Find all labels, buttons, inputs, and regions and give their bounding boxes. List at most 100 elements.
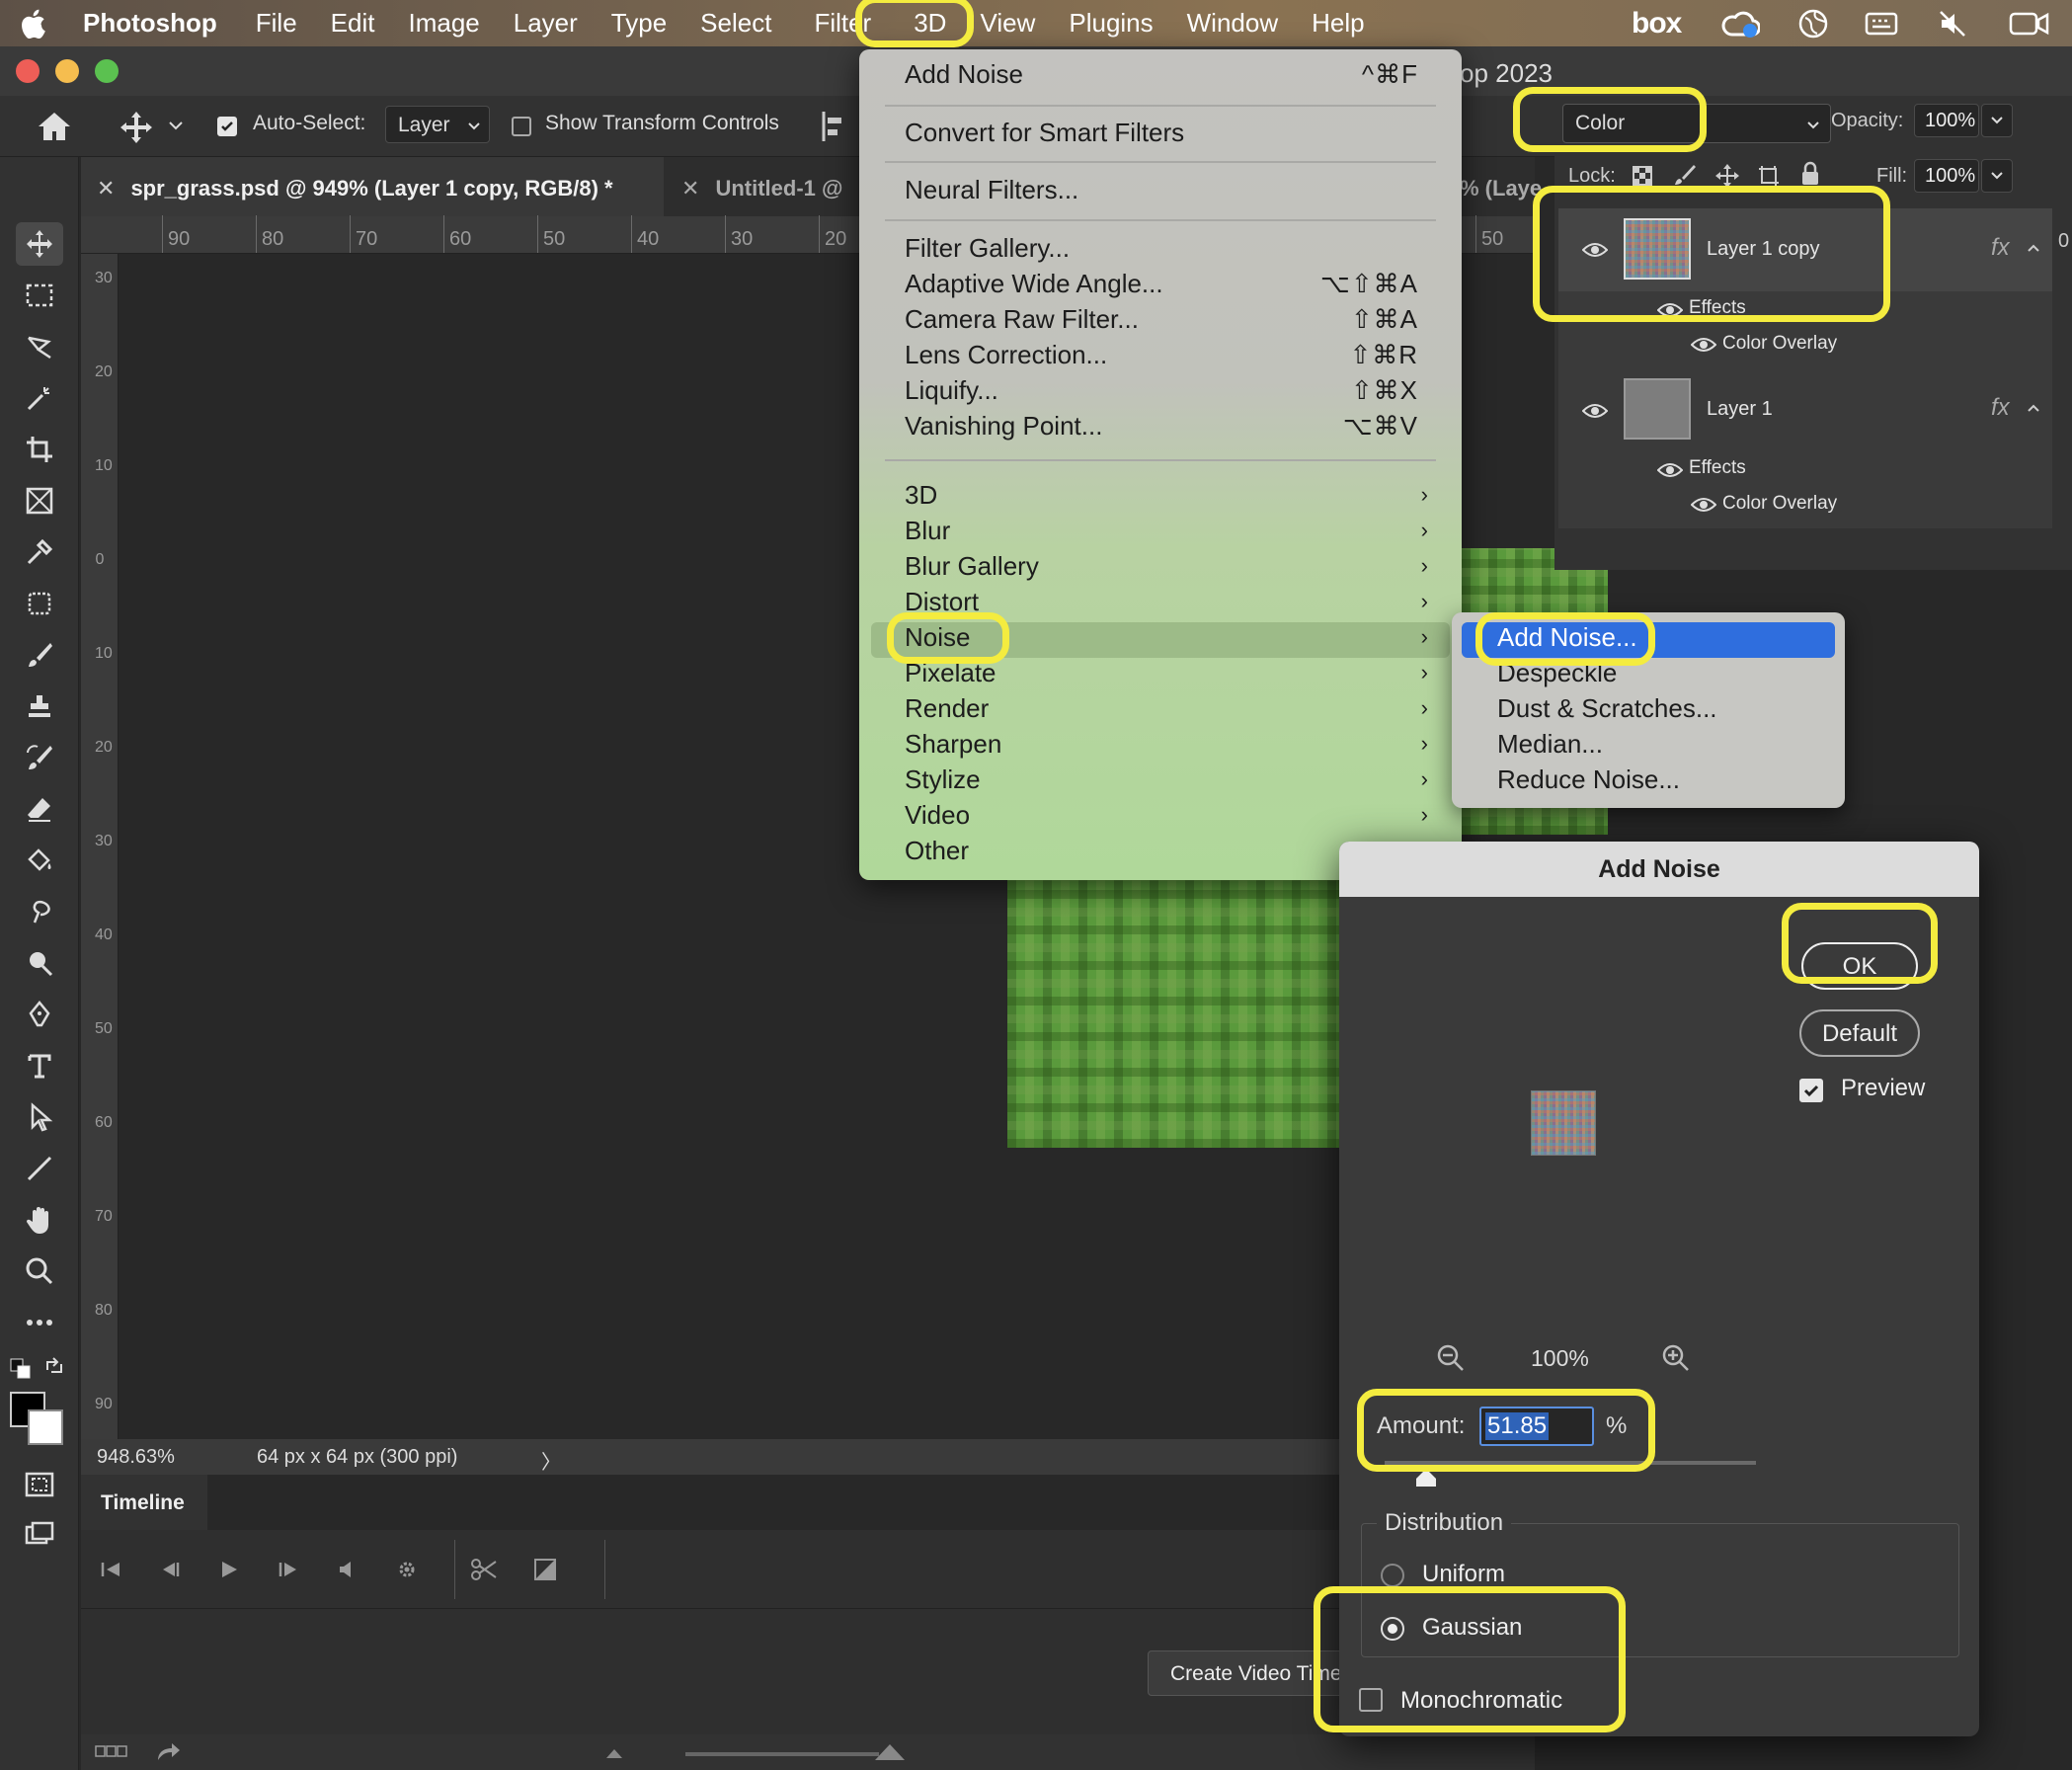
menu-filter[interactable]: Filter <box>788 8 897 39</box>
opacity-input[interactable]: 100% <box>1914 104 1979 137</box>
layer-row-layer-1-copy[interactable]: Layer 1 copy fx <box>1558 208 2052 291</box>
more-tools-icon[interactable] <box>16 1301 63 1344</box>
gaussian-radio[interactable] <box>1381 1617 1404 1641</box>
type-tool-icon[interactable] <box>16 1044 63 1087</box>
swap-colors-icon[interactable] <box>43 1356 65 1378</box>
first-frame-icon[interactable] <box>93 1552 128 1587</box>
submenu-item-add-noise[interactable]: Add Noise... <box>1497 622 1637 653</box>
menu-item-filter-gallery[interactable]: Filter Gallery... <box>905 233 1070 264</box>
effect-color-overlay[interactable]: Color Overlay <box>1722 493 1837 515</box>
default-colors-icon[interactable] <box>10 1358 32 1380</box>
menu-item-noise[interactable]: Noise <box>905 622 970 653</box>
dodge-tool-icon[interactable] <box>16 941 63 985</box>
mute-icon[interactable] <box>1938 0 1967 46</box>
menu-file[interactable]: File <box>239 8 314 39</box>
slider-thumb[interactable] <box>1414 1468 1438 1488</box>
menu-help[interactable]: Help <box>1295 8 1381 39</box>
ok-button[interactable]: OK <box>1801 942 1918 990</box>
zoom-in-timeline-icon[interactable] <box>873 1742 907 1762</box>
close-icon[interactable]: ✕ <box>97 176 115 201</box>
menu-item-neural-filters[interactable]: Neural Filters... <box>905 175 1078 205</box>
zoom-out-timeline-icon[interactable] <box>604 1746 624 1760</box>
fill-input[interactable]: 100% <box>1914 159 1979 193</box>
submenu-item-median[interactable]: Median... <box>1497 729 1603 760</box>
history-brush-icon[interactable] <box>16 736 63 779</box>
auto-select-checkbox[interactable] <box>217 117 237 136</box>
line-tool-icon[interactable] <box>16 1147 63 1190</box>
submenu-item-dust-scratches[interactable]: Dust & Scratches... <box>1497 693 1717 724</box>
clone-stamp-icon[interactable] <box>16 684 63 728</box>
close-icon[interactable]: ✕ <box>681 176 699 201</box>
chevron-up-icon[interactable] <box>2027 242 2040 254</box>
canvas-image[interactable] <box>1007 879 1339 1148</box>
amount-input[interactable]: 51.85 <box>1479 1407 1594 1446</box>
magic-wand-icon[interactable] <box>16 376 63 420</box>
tab-timeline[interactable]: Timeline <box>81 1475 207 1530</box>
transition-icon[interactable] <box>527 1552 563 1587</box>
keyboard-icon[interactable] <box>1865 0 1898 46</box>
effect-color-overlay[interactable]: Color Overlay <box>1722 333 1837 355</box>
apple-icon[interactable] <box>0 0 65 46</box>
zoom-out-icon[interactable] <box>1436 1343 1466 1373</box>
zoom-tool-icon[interactable] <box>16 1249 63 1293</box>
menu-item-render[interactable]: Render <box>905 693 989 724</box>
uniform-radio[interactable] <box>1381 1564 1404 1587</box>
video-call-icon[interactable] <box>2009 0 2050 46</box>
lock-pixels-icon[interactable] <box>1673 163 1697 187</box>
close-window-button[interactable] <box>16 59 40 83</box>
move-tool-icon[interactable] <box>119 110 154 145</box>
menu-item-video[interactable]: Video <box>905 800 970 831</box>
align-left-icon[interactable] <box>820 110 847 143</box>
preview-thumbnail[interactable] <box>1531 1090 1596 1156</box>
menu-item-blur[interactable]: Blur <box>905 516 950 546</box>
submenu-item-despeckle[interactable]: Despeckle <box>1497 658 1617 688</box>
tab-untitled-1[interactable]: ✕ Untitled-1 @ <box>681 157 842 216</box>
path-selection-icon[interactable] <box>16 1095 63 1139</box>
audio-icon[interactable] <box>330 1552 365 1587</box>
menu-item-convert-smart-filters[interactable]: Convert for Smart Filters <box>905 118 1184 148</box>
menu-item-add-noise-last[interactable]: Add Noise <box>905 59 1023 90</box>
minimize-window-button[interactable] <box>55 59 79 83</box>
blend-mode-dropdown[interactable]: Color <box>1562 104 1831 143</box>
eyedropper-icon[interactable] <box>16 530 63 574</box>
layer-name[interactable]: Layer 1 <box>1707 398 1773 421</box>
menu-item-lens-correction[interactable]: Lens Correction... <box>905 340 1107 370</box>
menu-item-camera-raw-filter[interactable]: Camera Raw Filter... <box>905 304 1139 335</box>
monochromatic-checkbox[interactable] <box>1359 1688 1383 1712</box>
menu-3d[interactable]: 3D <box>897 8 963 39</box>
show-transform-checkbox[interactable] <box>512 117 531 136</box>
lock-transparent-icon[interactable] <box>1632 165 1653 187</box>
pen-tool-icon[interactable] <box>16 993 63 1036</box>
convert-icon[interactable] <box>154 1740 182 1764</box>
move-tool-icon[interactable] <box>16 222 63 266</box>
chevron-up-icon[interactable] <box>2027 402 2040 414</box>
menu-item-blur-gallery[interactable]: Blur Gallery <box>905 551 1039 582</box>
preview-checkbox[interactable] <box>1799 1079 1823 1102</box>
smudge-tool-icon[interactable] <box>16 890 63 933</box>
tab-fragment[interactable]: % (Laye <box>1460 157 1542 216</box>
menu-photoshop[interactable]: Photoshop <box>65 8 239 39</box>
layer-name[interactable]: Layer 1 copy <box>1707 238 1820 261</box>
lock-position-icon[interactable] <box>1714 163 1740 189</box>
frames-icon[interactable] <box>95 1744 128 1758</box>
frame-tool-icon[interactable] <box>16 479 63 523</box>
menu-layer[interactable]: Layer <box>497 8 595 39</box>
home-icon[interactable] <box>36 110 73 143</box>
visibility-eye-icon[interactable] <box>1691 497 1716 513</box>
visibility-eye-icon[interactable] <box>1691 337 1716 353</box>
visibility-eye-icon[interactable] <box>1657 462 1683 478</box>
creative-cloud-icon[interactable] <box>1720 0 1760 46</box>
next-frame-icon[interactable] <box>271 1552 306 1587</box>
zoom-in-icon[interactable] <box>1661 1343 1691 1373</box>
menu-type[interactable]: Type <box>595 8 683 39</box>
hand-tool-icon[interactable] <box>16 1198 63 1242</box>
menu-view[interactable]: View <box>963 8 1052 39</box>
submenu-item-reduce-noise[interactable]: Reduce Noise... <box>1497 764 1680 795</box>
lock-all-icon[interactable] <box>1799 161 1821 187</box>
layer-row-layer-1[interactable]: Layer 1 fx <box>1558 370 2052 449</box>
lock-artboard-icon[interactable] <box>1756 163 1782 189</box>
create-video-timeline-button[interactable]: Create Video Timeline <box>1148 1650 1345 1696</box>
screen-mode-icon[interactable] <box>16 1512 63 1556</box>
play-icon[interactable] <box>211 1552 247 1587</box>
default-button[interactable]: Default <box>1799 1009 1920 1057</box>
